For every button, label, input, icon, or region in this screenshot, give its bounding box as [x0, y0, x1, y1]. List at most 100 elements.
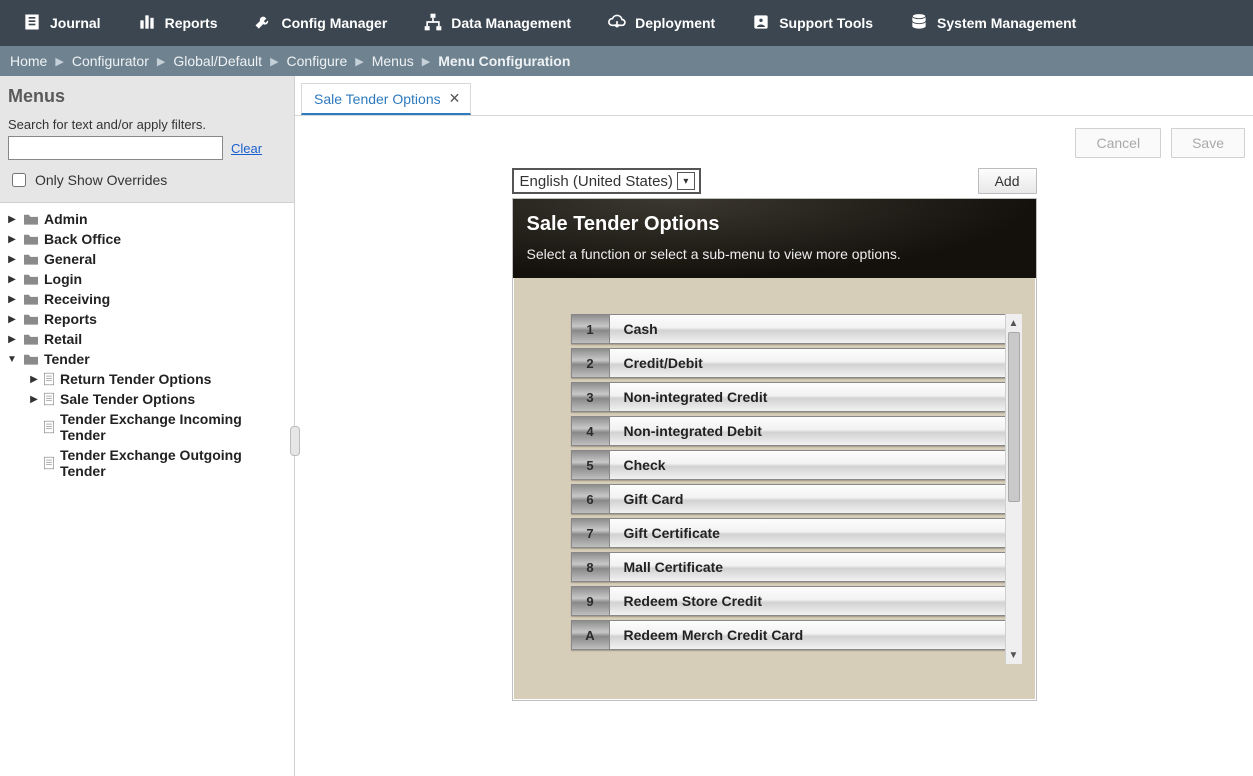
nav-system-management[interactable]: System Management	[891, 0, 1094, 46]
menu-item-label: Redeem Merch Credit Card	[610, 627, 804, 643]
scroll-down-icon[interactable]: ▼	[1006, 646, 1022, 664]
tree-folder-tender[interactable]: ▼Tender	[4, 349, 290, 369]
menu-item-label: Gift Card	[610, 491, 684, 507]
scrollbar[interactable]: ▲ ▼	[1005, 314, 1022, 664]
nav-deployment[interactable]: Deployment	[589, 0, 733, 46]
scroll-thumb[interactable]	[1008, 332, 1020, 502]
chevron-right-icon: ▶	[6, 334, 18, 345]
tab-close-icon[interactable]: ✕	[449, 90, 461, 107]
card-subtitle: Select a function or select a sub-menu t…	[527, 246, 1022, 262]
nav-support-tools[interactable]: Support Tools	[733, 0, 891, 46]
breadcrumb: Home▶Configurator▶Global/Default▶Configu…	[0, 46, 1253, 76]
chevron-down-icon: ▾	[677, 172, 695, 190]
only-show-overrides-label: Only Show Overrides	[35, 172, 167, 188]
breadcrumb-separator-icon: ▶	[353, 55, 365, 68]
chevron-right-icon: ▶	[28, 374, 40, 385]
menu-item-key: 2	[572, 349, 610, 377]
db-icon	[909, 12, 937, 35]
menu-item-key: 9	[572, 587, 610, 615]
menu-tree: ▶Admin▶Back Office▶General▶Login▶Receivi…	[0, 203, 294, 776]
tab-sale-tender-options[interactable]: Sale Tender Options ✕	[301, 83, 471, 115]
clear-link[interactable]: Clear	[231, 141, 262, 156]
tree-folder-receiving[interactable]: ▶Receiving	[4, 289, 290, 309]
breadcrumb-separator-icon: ▶	[420, 55, 432, 68]
breadcrumb-separator-icon: ▶	[268, 55, 280, 68]
tree-folder-admin[interactable]: ▶Admin	[4, 209, 290, 229]
toolbar: Cancel Save	[303, 124, 1245, 168]
chevron-right-icon: ▶	[6, 314, 18, 325]
breadcrumb-global-default[interactable]: Global/Default	[167, 53, 268, 69]
tree-item-sale-tender-options[interactable]: ▶Sale Tender Options	[26, 389, 290, 409]
chevron-right-icon: ▶	[6, 214, 18, 225]
menu-item-non-integrated-debit[interactable]: 4Non-integrated Debit	[571, 416, 1008, 446]
nav-journal[interactable]: Journal	[4, 0, 119, 46]
menu-item-redeem-merch-credit-card[interactable]: ARedeem Merch Credit Card	[571, 620, 1008, 650]
menu-item-check[interactable]: 5Check	[571, 450, 1008, 480]
chevron-right-icon: ▶	[6, 254, 18, 265]
add-button[interactable]: Add	[978, 168, 1037, 194]
tab-strip: Sale Tender Options ✕	[295, 80, 1253, 116]
card-title: Sale Tender Options	[527, 213, 1022, 236]
breadcrumb-configure[interactable]: Configure	[281, 53, 354, 69]
scroll-up-icon[interactable]: ▲	[1006, 314, 1022, 332]
menu-item-credit-debit[interactable]: 2Credit/Debit	[571, 348, 1008, 378]
menu-item-key: 1	[572, 315, 610, 343]
wrench-icon	[253, 12, 281, 35]
menu-item-gift-card[interactable]: 6Gift Card	[571, 484, 1008, 514]
left-panel-title: Menus	[8, 86, 286, 107]
menu-item-key: 5	[572, 451, 610, 479]
chevron-right-icon: ▶	[6, 294, 18, 305]
menu-preview-card: Sale Tender Options Select a function or…	[512, 198, 1037, 701]
chevron-down-icon: ▼	[6, 354, 18, 365]
nav-reports[interactable]: Reports	[119, 0, 236, 46]
only-show-overrides-checkbox[interactable]	[12, 173, 26, 187]
journal-icon	[22, 12, 50, 35]
language-select[interactable]: English (United States) ▾	[512, 168, 701, 194]
menu-item-non-integrated-credit[interactable]: 3Non-integrated Credit	[571, 382, 1008, 412]
language-select-value: English (United States)	[520, 173, 673, 190]
menu-item-label: Non-integrated Debit	[610, 423, 762, 439]
menu-item-cash[interactable]: 1Cash	[571, 314, 1008, 344]
tree-folder-login[interactable]: ▶Login	[4, 269, 290, 289]
bars-icon	[137, 12, 165, 35]
menu-item-label: Credit/Debit	[610, 355, 703, 371]
search-label: Search for text and/or apply filters.	[8, 117, 286, 132]
menu-item-label: Non-integrated Credit	[610, 389, 768, 405]
menu-item-label: Redeem Store Credit	[610, 593, 762, 609]
cancel-button[interactable]: Cancel	[1075, 128, 1161, 158]
top-nav: JournalReportsConfig ManagerData Managem…	[0, 0, 1253, 46]
tree-item-tender-exchange-incoming-tender[interactable]: Tender Exchange Incoming Tender	[26, 409, 290, 445]
badge-icon	[751, 12, 779, 35]
menu-item-mall-certificate[interactable]: 8Mall Certificate	[571, 552, 1008, 582]
tree-folder-back-office[interactable]: ▶Back Office	[4, 229, 290, 249]
breadcrumb-separator-icon: ▶	[53, 55, 65, 68]
menu-item-key: A	[572, 621, 610, 649]
menu-item-label: Cash	[610, 321, 658, 337]
breadcrumb-separator-icon: ▶	[155, 55, 167, 68]
nav-data-management[interactable]: Data Management	[405, 0, 589, 46]
search-input[interactable]	[8, 136, 223, 160]
left-panel: Menus Search for text and/or apply filte…	[0, 76, 295, 776]
breadcrumb-configurator[interactable]: Configurator	[66, 53, 155, 69]
menu-item-label: Check	[610, 457, 666, 473]
menu-item-gift-certificate[interactable]: 7Gift Certificate	[571, 518, 1008, 548]
tree-folder-general[interactable]: ▶General	[4, 249, 290, 269]
menu-item-redeem-store-credit[interactable]: 9Redeem Store Credit	[571, 586, 1008, 616]
breadcrumb-menus[interactable]: Menus	[366, 53, 420, 69]
chevron-right-icon: ▶	[6, 234, 18, 245]
chevron-right-icon: ▶	[28, 394, 40, 405]
tree-item-return-tender-options[interactable]: ▶Return Tender Options	[26, 369, 290, 389]
tree-folder-retail[interactable]: ▶Retail	[4, 329, 290, 349]
only-show-overrides-row[interactable]: Only Show Overrides	[8, 170, 286, 190]
tree-item-tender-exchange-outgoing-tender[interactable]: Tender Exchange Outgoing Tender	[26, 445, 290, 481]
breadcrumb-home[interactable]: Home	[4, 53, 53, 69]
breadcrumb-menu-configuration: Menu Configuration	[432, 53, 576, 69]
cloud-down-icon	[607, 12, 635, 35]
menu-item-key: 6	[572, 485, 610, 513]
tab-label: Sale Tender Options	[314, 91, 441, 107]
tree-folder-reports[interactable]: ▶Reports	[4, 309, 290, 329]
menu-item-key: 3	[572, 383, 610, 411]
save-button[interactable]: Save	[1171, 128, 1245, 158]
menu-item-label: Gift Certificate	[610, 525, 720, 541]
nav-config-manager[interactable]: Config Manager	[235, 0, 405, 46]
